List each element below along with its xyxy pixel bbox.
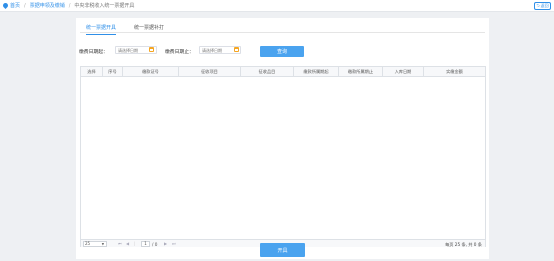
data-grid: 选择 序号 缴款证号 征收项目 征收品目 缴款所属期起 缴款所属期止 入库日期 … — [80, 66, 486, 247]
issue-button[interactable]: 开具 — [260, 243, 305, 257]
breadcrumb-separator: / — [68, 2, 71, 9]
prev-page-icon[interactable]: ◀ — [126, 241, 129, 246]
column-header[interactable]: 缴款证号 — [123, 67, 179, 77]
chevron-down-icon: ▼ — [101, 242, 104, 246]
end-date-label: 缴费日期止： — [165, 50, 194, 55]
tab-reprint[interactable]: 统一票据补打 — [134, 24, 164, 34]
column-header[interactable]: 缴款所属期起 — [294, 67, 339, 77]
tab-bar: 统一票据开具 统一票据补打 — [80, 22, 485, 35]
column-header[interactable]: 征收项目 — [179, 67, 241, 77]
page-size-value: 25 — [85, 241, 91, 246]
back-arrow-icon: ⮌ — [536, 2, 540, 8]
page-number-input[interactable]: 1 — [141, 241, 150, 247]
location-pin-icon — [1, 1, 10, 10]
page-size-select[interactable]: 25 ▼ — [83, 241, 107, 247]
column-header[interactable]: 序号 — [103, 67, 123, 77]
pager-summary: 每页 25 条, 共 0 条 — [445, 241, 482, 247]
breadcrumb: 首页 / 票据申领及缴销 / 中央非税收入统一票据开具 — [1, 1, 135, 10]
back-button[interactable]: ⮌ 返回 — [534, 2, 551, 10]
calendar-icon[interactable] — [149, 47, 154, 52]
column-header[interactable]: 选择 — [81, 67, 103, 77]
first-page-icon[interactable]: ⏮ — [118, 241, 122, 246]
breadcrumb-separator: / — [24, 2, 26, 9]
tab-issue[interactable]: 统一票据开具 — [86, 24, 117, 35]
pager-divider: | — [134, 241, 136, 246]
column-header[interactable]: 实缴金额 — [424, 67, 485, 77]
breadcrumb-home[interactable]: 首页 — [10, 2, 20, 9]
back-button-label: 返回 — [540, 3, 549, 8]
start-date-label: 缴费日期起： — [79, 50, 108, 55]
column-header[interactable]: 征收品目 — [241, 67, 294, 77]
column-header[interactable]: 缴款所属期止 — [339, 67, 383, 77]
main-panel: 统一票据开具 统一票据补打 缴费日期起： 缴费日期止： 查询 选择 序号 缴款证… — [76, 18, 489, 259]
next-page-icon[interactable]: ▶ — [164, 241, 167, 246]
query-button[interactable]: 查询 — [260, 46, 304, 57]
breadcrumb-level2[interactable]: 票据申领及缴销 — [30, 2, 65, 9]
column-header[interactable]: 入库日期 — [383, 67, 424, 77]
total-pages: / 0 — [152, 241, 158, 247]
grid-header: 选择 序号 缴款证号 征收项目 征收品目 缴款所属期起 缴款所属期止 入库日期 … — [81, 67, 485, 77]
breadcrumb-current: 中央非税收入统一票据开具 — [74, 3, 135, 9]
calendar-icon[interactable] — [234, 47, 239, 52]
last-page-icon[interactable]: ⏭ — [172, 241, 176, 246]
top-bar: 首页 / 票据申领及缴销 / 中央非税收入统一票据开具 ⮌ 返回 — [0, 0, 554, 12]
